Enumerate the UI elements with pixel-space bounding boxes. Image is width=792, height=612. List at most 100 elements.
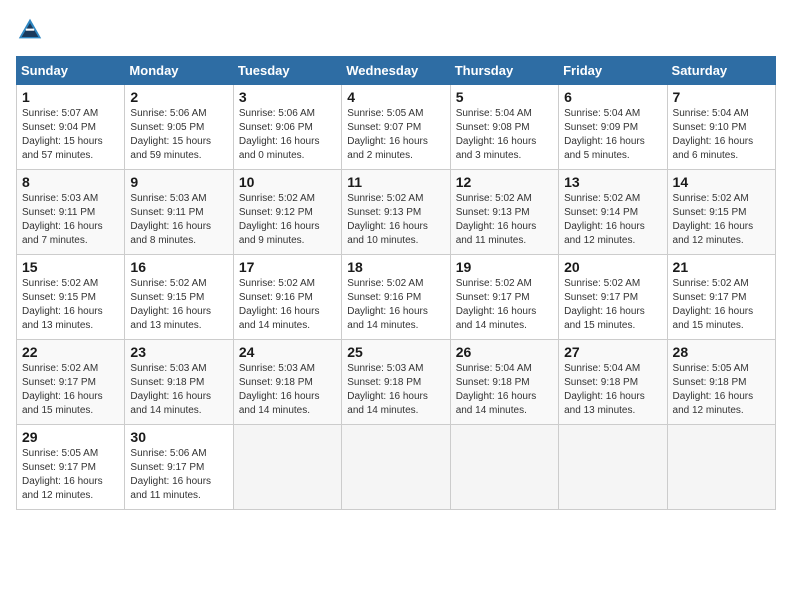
day-number: 8	[22, 174, 119, 190]
logo	[16, 16, 48, 44]
col-header-wednesday: Wednesday	[342, 57, 450, 85]
cell-info: Sunrise: 5:07 AMSunset: 9:04 PMDaylight:…	[22, 107, 119, 163]
calendar-cell: 24 Sunrise: 5:03 AMSunset: 9:18 PMDaylig…	[233, 340, 341, 425]
calendar-cell: 11 Sunrise: 5:02 AMSunset: 9:13 PMDaylig…	[342, 170, 450, 255]
cell-info: Sunrise: 5:04 AMSunset: 9:08 PMDaylight:…	[456, 107, 553, 163]
day-number: 30	[130, 429, 227, 445]
calendar-cell: 14 Sunrise: 5:02 AMSunset: 9:15 PMDaylig…	[667, 170, 775, 255]
calendar-cell	[450, 425, 558, 510]
calendar-cell	[342, 425, 450, 510]
week-row-3: 15 Sunrise: 5:02 AMSunset: 9:15 PMDaylig…	[17, 255, 776, 340]
calendar-cell	[667, 425, 775, 510]
cell-info: Sunrise: 5:02 AMSunset: 9:14 PMDaylight:…	[564, 192, 661, 248]
calendar-cell: 15 Sunrise: 5:02 AMSunset: 9:15 PMDaylig…	[17, 255, 125, 340]
cell-info: Sunrise: 5:03 AMSunset: 9:18 PMDaylight:…	[239, 362, 336, 418]
calendar-cell: 3 Sunrise: 5:06 AMSunset: 9:06 PMDayligh…	[233, 85, 341, 170]
cell-info: Sunrise: 5:06 AMSunset: 9:06 PMDaylight:…	[239, 107, 336, 163]
calendar-cell: 23 Sunrise: 5:03 AMSunset: 9:18 PMDaylig…	[125, 340, 233, 425]
day-number: 9	[130, 174, 227, 190]
week-row-5: 29 Sunrise: 5:05 AMSunset: 9:17 PMDaylig…	[17, 425, 776, 510]
day-number: 17	[239, 259, 336, 275]
calendar-table: SundayMondayTuesdayWednesdayThursdayFrid…	[16, 56, 776, 510]
calendar-cell: 6 Sunrise: 5:04 AMSunset: 9:09 PMDayligh…	[559, 85, 667, 170]
day-number: 29	[22, 429, 119, 445]
day-number: 15	[22, 259, 119, 275]
calendar-cell: 29 Sunrise: 5:05 AMSunset: 9:17 PMDaylig…	[17, 425, 125, 510]
week-row-4: 22 Sunrise: 5:02 AMSunset: 9:17 PMDaylig…	[17, 340, 776, 425]
day-number: 12	[456, 174, 553, 190]
day-number: 16	[130, 259, 227, 275]
day-number: 24	[239, 344, 336, 360]
calendar-cell: 27 Sunrise: 5:04 AMSunset: 9:18 PMDaylig…	[559, 340, 667, 425]
page-header	[16, 16, 776, 44]
cell-info: Sunrise: 5:05 AMSunset: 9:07 PMDaylight:…	[347, 107, 444, 163]
cell-info: Sunrise: 5:04 AMSunset: 9:09 PMDaylight:…	[564, 107, 661, 163]
day-number: 14	[673, 174, 770, 190]
calendar-cell	[233, 425, 341, 510]
cell-info: Sunrise: 5:04 AMSunset: 9:18 PMDaylight:…	[456, 362, 553, 418]
calendar-cell: 21 Sunrise: 5:02 AMSunset: 9:17 PMDaylig…	[667, 255, 775, 340]
col-header-saturday: Saturday	[667, 57, 775, 85]
calendar-cell: 25 Sunrise: 5:03 AMSunset: 9:18 PMDaylig…	[342, 340, 450, 425]
calendar-cell: 28 Sunrise: 5:05 AMSunset: 9:18 PMDaylig…	[667, 340, 775, 425]
cell-info: Sunrise: 5:02 AMSunset: 9:15 PMDaylight:…	[673, 192, 770, 248]
day-number: 25	[347, 344, 444, 360]
day-number: 10	[239, 174, 336, 190]
day-number: 1	[22, 89, 119, 105]
week-row-2: 8 Sunrise: 5:03 AMSunset: 9:11 PMDayligh…	[17, 170, 776, 255]
calendar-cell: 19 Sunrise: 5:02 AMSunset: 9:17 PMDaylig…	[450, 255, 558, 340]
calendar-cell: 10 Sunrise: 5:02 AMSunset: 9:12 PMDaylig…	[233, 170, 341, 255]
calendar-header-row: SundayMondayTuesdayWednesdayThursdayFrid…	[17, 57, 776, 85]
cell-info: Sunrise: 5:02 AMSunset: 9:17 PMDaylight:…	[456, 277, 553, 333]
calendar-cell: 17 Sunrise: 5:02 AMSunset: 9:16 PMDaylig…	[233, 255, 341, 340]
cell-info: Sunrise: 5:02 AMSunset: 9:17 PMDaylight:…	[22, 362, 119, 418]
col-header-friday: Friday	[559, 57, 667, 85]
cell-info: Sunrise: 5:03 AMSunset: 9:11 PMDaylight:…	[22, 192, 119, 248]
calendar-cell: 22 Sunrise: 5:02 AMSunset: 9:17 PMDaylig…	[17, 340, 125, 425]
day-number: 13	[564, 174, 661, 190]
day-number: 23	[130, 344, 227, 360]
calendar-cell: 16 Sunrise: 5:02 AMSunset: 9:15 PMDaylig…	[125, 255, 233, 340]
calendar-cell: 20 Sunrise: 5:02 AMSunset: 9:17 PMDaylig…	[559, 255, 667, 340]
col-header-monday: Monday	[125, 57, 233, 85]
cell-info: Sunrise: 5:02 AMSunset: 9:17 PMDaylight:…	[564, 277, 661, 333]
day-number: 4	[347, 89, 444, 105]
day-number: 20	[564, 259, 661, 275]
cell-info: Sunrise: 5:02 AMSunset: 9:13 PMDaylight:…	[347, 192, 444, 248]
cell-info: Sunrise: 5:03 AMSunset: 9:11 PMDaylight:…	[130, 192, 227, 248]
cell-info: Sunrise: 5:02 AMSunset: 9:12 PMDaylight:…	[239, 192, 336, 248]
cell-info: Sunrise: 5:02 AMSunset: 9:16 PMDaylight:…	[239, 277, 336, 333]
calendar-cell: 5 Sunrise: 5:04 AMSunset: 9:08 PMDayligh…	[450, 85, 558, 170]
day-number: 2	[130, 89, 227, 105]
day-number: 28	[673, 344, 770, 360]
cell-info: Sunrise: 5:02 AMSunset: 9:15 PMDaylight:…	[22, 277, 119, 333]
col-header-thursday: Thursday	[450, 57, 558, 85]
cell-info: Sunrise: 5:04 AMSunset: 9:10 PMDaylight:…	[673, 107, 770, 163]
day-number: 19	[456, 259, 553, 275]
cell-info: Sunrise: 5:05 AMSunset: 9:17 PMDaylight:…	[22, 447, 119, 503]
day-number: 11	[347, 174, 444, 190]
day-number: 21	[673, 259, 770, 275]
logo-icon	[16, 16, 44, 44]
week-row-1: 1 Sunrise: 5:07 AMSunset: 9:04 PMDayligh…	[17, 85, 776, 170]
col-header-sunday: Sunday	[17, 57, 125, 85]
cell-info: Sunrise: 5:05 AMSunset: 9:18 PMDaylight:…	[673, 362, 770, 418]
day-number: 22	[22, 344, 119, 360]
day-number: 5	[456, 89, 553, 105]
day-number: 7	[673, 89, 770, 105]
col-header-tuesday: Tuesday	[233, 57, 341, 85]
cell-info: Sunrise: 5:02 AMSunset: 9:16 PMDaylight:…	[347, 277, 444, 333]
calendar-cell: 9 Sunrise: 5:03 AMSunset: 9:11 PMDayligh…	[125, 170, 233, 255]
calendar-cell: 30 Sunrise: 5:06 AMSunset: 9:17 PMDaylig…	[125, 425, 233, 510]
cell-info: Sunrise: 5:02 AMSunset: 9:15 PMDaylight:…	[130, 277, 227, 333]
calendar-cell	[559, 425, 667, 510]
calendar-cell: 8 Sunrise: 5:03 AMSunset: 9:11 PMDayligh…	[17, 170, 125, 255]
cell-info: Sunrise: 5:06 AMSunset: 9:17 PMDaylight:…	[130, 447, 227, 503]
calendar-cell: 12 Sunrise: 5:02 AMSunset: 9:13 PMDaylig…	[450, 170, 558, 255]
calendar-cell: 26 Sunrise: 5:04 AMSunset: 9:18 PMDaylig…	[450, 340, 558, 425]
cell-info: Sunrise: 5:02 AMSunset: 9:13 PMDaylight:…	[456, 192, 553, 248]
calendar-cell: 18 Sunrise: 5:02 AMSunset: 9:16 PMDaylig…	[342, 255, 450, 340]
calendar-cell: 13 Sunrise: 5:02 AMSunset: 9:14 PMDaylig…	[559, 170, 667, 255]
day-number: 3	[239, 89, 336, 105]
day-number: 6	[564, 89, 661, 105]
